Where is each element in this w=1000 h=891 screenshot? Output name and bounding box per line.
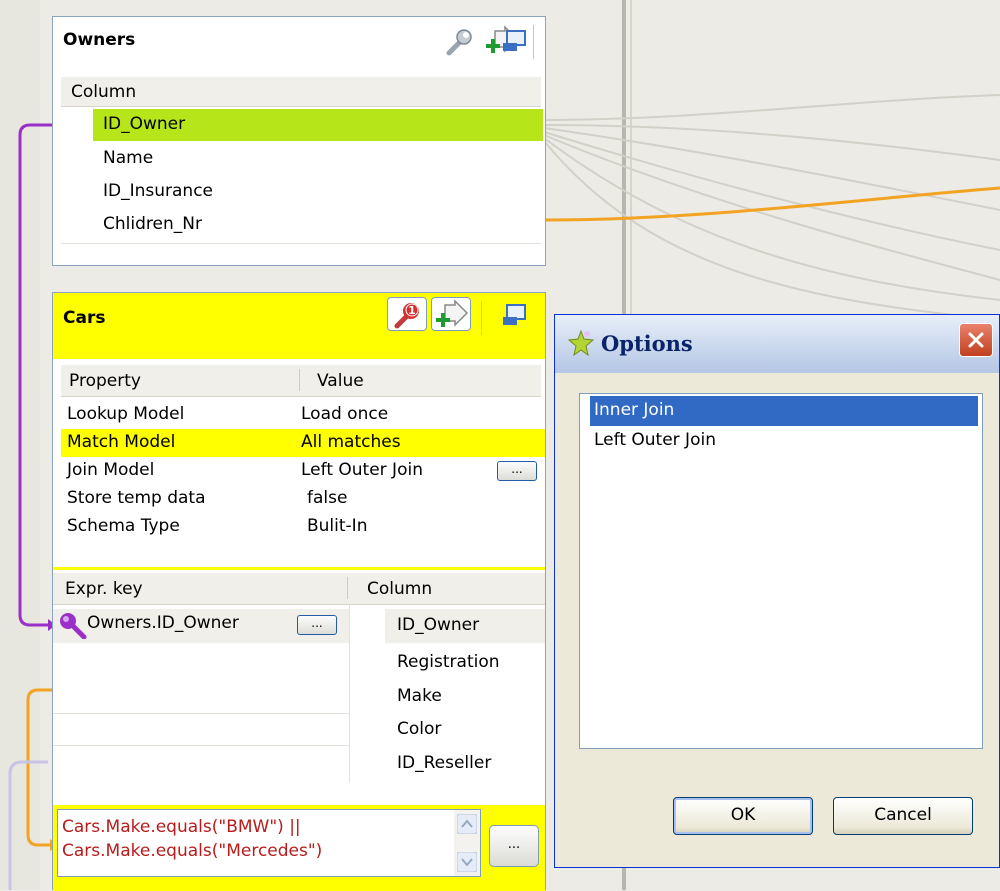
wrench-icon[interactable] <box>443 27 475 57</box>
owners-row-children-nr[interactable]: Chlidren_Nr <box>93 209 543 241</box>
row-divider <box>53 745 349 746</box>
expr-key-row[interactable]: Owners.ID_Owner ... <box>53 609 349 643</box>
cars-row-id-owner[interactable]: ID_Owner <box>385 609 545 643</box>
join-model-options-button[interactable]: ... <box>497 461 537 481</box>
toolbar-separator <box>533 25 534 59</box>
cars-table-panel: Cars 1 Property Value Lookup Model Load … <box>52 292 546 891</box>
owners-column-header: Column <box>61 77 541 107</box>
filter-expression-field[interactable]: Cars.Make.equals("BMW") || Cars.Make.equ… <box>57 809 481 877</box>
cars-row-make[interactable]: Make <box>385 681 545 713</box>
options-dialog: Options Inner Join Left Outer Join OK Ca… <box>554 314 1000 868</box>
property-value: Load once <box>301 404 389 424</box>
toolbar-separator <box>481 301 482 335</box>
join-options-list[interactable]: Inner Join Left Outer Join <box>579 393 983 749</box>
cars-column-name: Registration <box>397 652 500 672</box>
cars-add-output-button[interactable] <box>431 297 471 331</box>
owners-title-bar: Owners <box>53 17 545 65</box>
scroll-down-icon[interactable] <box>457 852 477 872</box>
owners-column-name: Name <box>103 148 154 168</box>
owners-table-panel: Owners Column ID_Owner Name ID_Insurance… <box>52 16 546 266</box>
filter-editor-button[interactable]: ... <box>489 825 539 867</box>
owners-row-id-insurance[interactable]: ID_Insurance <box>93 176 543 208</box>
cars-row-id-reseller[interactable]: ID_Reseller <box>385 748 545 780</box>
cars-title-bar: Cars 1 <box>53 293 545 359</box>
header-separator <box>299 369 300 391</box>
add-output-icon <box>436 299 469 327</box>
cars-settings-button[interactable]: 1 <box>387 297 427 331</box>
property-row-store-temp-data[interactable]: Store temp data false <box>61 485 541 513</box>
key-icon <box>60 613 87 639</box>
cars-column-name: Make <box>397 686 442 706</box>
expr-key-value: Owners.ID_Owner <box>87 613 239 633</box>
property-row-join-model[interactable]: Join Model Left Outer Join ... <box>61 457 541 485</box>
property-row-lookup-model[interactable]: Lookup Model Load once <box>61 401 541 429</box>
expr-key-header-label: Expr. key <box>65 579 143 599</box>
close-button[interactable] <box>959 323 993 357</box>
options-star-icon <box>567 329 595 357</box>
property-value: Left Outer Join <box>301 460 423 480</box>
column-header-label: Column <box>367 579 433 599</box>
join-option-label: Inner Join <box>594 400 675 420</box>
join-option-left-outer-join[interactable]: Left Outer Join <box>590 426 978 456</box>
owners-column-name: Chlidren_Nr <box>103 214 202 234</box>
property-header-label: Property <box>69 371 141 391</box>
section-separator <box>53 567 545 570</box>
error-key-icon: 1 <box>394 303 419 329</box>
join-option-label: Left Outer Join <box>594 430 716 450</box>
owners-column-header-label: Column <box>71 82 137 102</box>
row-divider <box>53 713 349 714</box>
owners-column-name: ID_Owner <box>103 114 186 134</box>
owners-title: Owners <box>63 30 136 50</box>
cancel-button[interactable]: Cancel <box>833 797 973 835</box>
property-name: Lookup Model <box>67 404 185 424</box>
ok-button[interactable]: OK <box>673 797 813 835</box>
cars-row-registration[interactable]: Registration <box>385 647 545 679</box>
minimize-icon[interactable] <box>501 29 529 55</box>
property-row-match-model[interactable]: Match Model All matches <box>61 429 545 457</box>
property-name: Store temp data <box>67 488 206 508</box>
scroll-up-icon[interactable] <box>457 814 477 834</box>
cars-column-name: ID_Reseller <box>397 753 492 773</box>
owners-row-id-owner[interactable]: ID_Owner <box>93 109 543 141</box>
cars-property-header: Property Value <box>61 365 541 397</box>
property-name: Join Model <box>67 460 155 480</box>
owners-footer-divider <box>61 243 541 244</box>
options-dialog-titlebar[interactable]: Options <box>555 315 999 373</box>
owners-column-name: ID_Insurance <box>103 181 214 201</box>
filter-line-2: Cars.Make.equals("Mercedes") <box>62 841 323 861</box>
filter-expression-text: Cars.Make.equals("BMW") || Cars.Make.equ… <box>62 815 322 863</box>
cars-column-name: ID_Owner <box>397 615 480 635</box>
value-header-label: Value <box>317 371 364 391</box>
property-row-schema-type[interactable]: Schema Type Bulit-In <box>61 513 541 541</box>
cars-row-color[interactable]: Color <box>385 714 545 746</box>
join-option-inner-join[interactable]: Inner Join <box>590 396 978 426</box>
property-value: false <box>307 488 348 508</box>
property-name: Schema Type <box>67 516 180 536</box>
expr-key-editor-button[interactable]: ... <box>297 615 337 635</box>
options-dialog-title: Options <box>601 331 693 356</box>
cars-column-name: Color <box>397 719 442 739</box>
header-separator <box>347 577 348 599</box>
property-name: Match Model <box>67 432 176 452</box>
column-divider <box>349 605 350 783</box>
cars-expr-header: Expr. key Column <box>53 573 545 605</box>
property-value: All matches <box>301 432 401 452</box>
property-value: Bulit-In <box>307 516 368 536</box>
owners-row-name[interactable]: Name <box>93 143 543 175</box>
close-icon <box>968 332 984 348</box>
cars-title: Cars <box>63 308 106 328</box>
minimize-icon[interactable] <box>501 303 529 329</box>
filter-line-1: Cars.Make.equals("BMW") || <box>62 817 301 837</box>
filter-scrollbar[interactable] <box>454 810 480 876</box>
warning-count: 1 <box>408 304 416 317</box>
